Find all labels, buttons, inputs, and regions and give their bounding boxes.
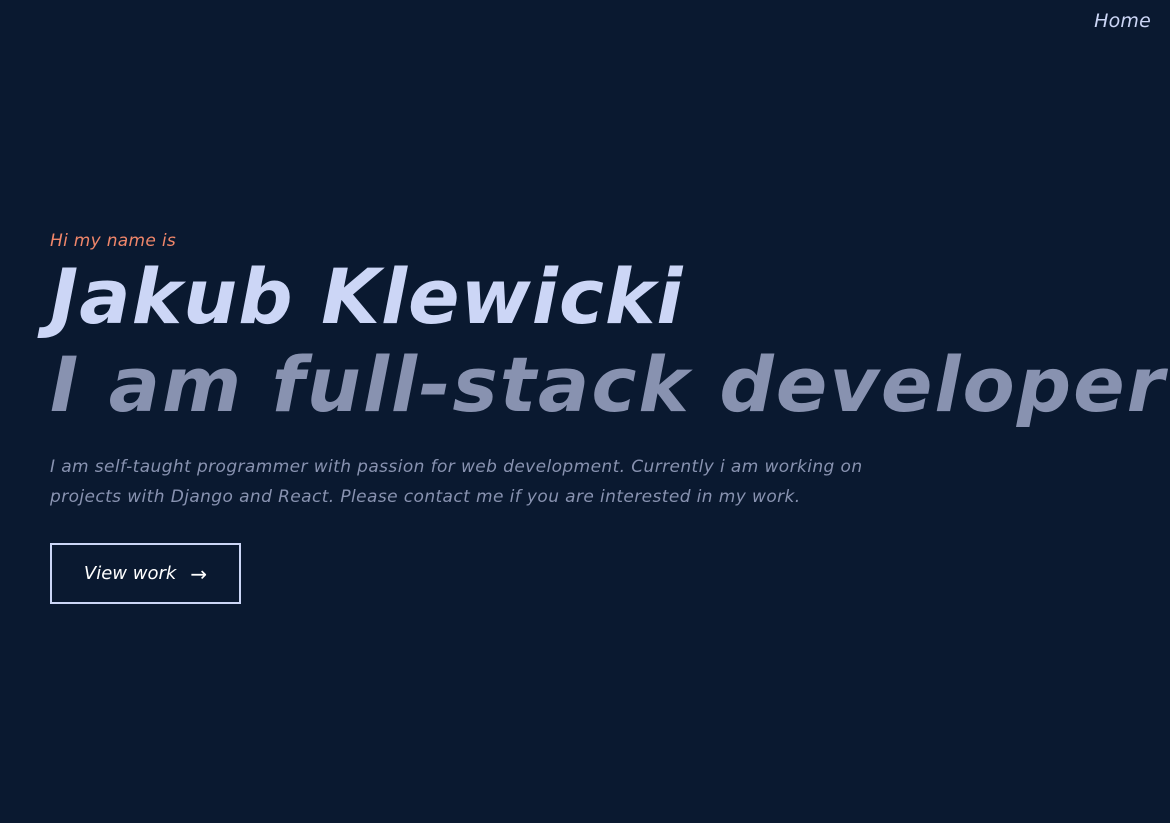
arrow-right-icon: → <box>190 561 208 586</box>
hero-section: Hi my name is Jakub Klewicki I am full-s… <box>50 229 1167 604</box>
greeting-text: Hi my name is <box>50 231 177 251</box>
page-title: Jakub Klewicki <box>50 252 684 341</box>
top-nav: Home <box>1094 10 1151 32</box>
role-subtitle: I am full-stack developer <box>50 340 1167 429</box>
view-work-button-label: View work <box>83 563 177 584</box>
bio-text: I am self-taught programmer with passion… <box>50 457 863 507</box>
nav-link-home[interactable]: Home <box>1094 10 1151 32</box>
view-work-button[interactable]: View work → <box>50 543 241 604</box>
